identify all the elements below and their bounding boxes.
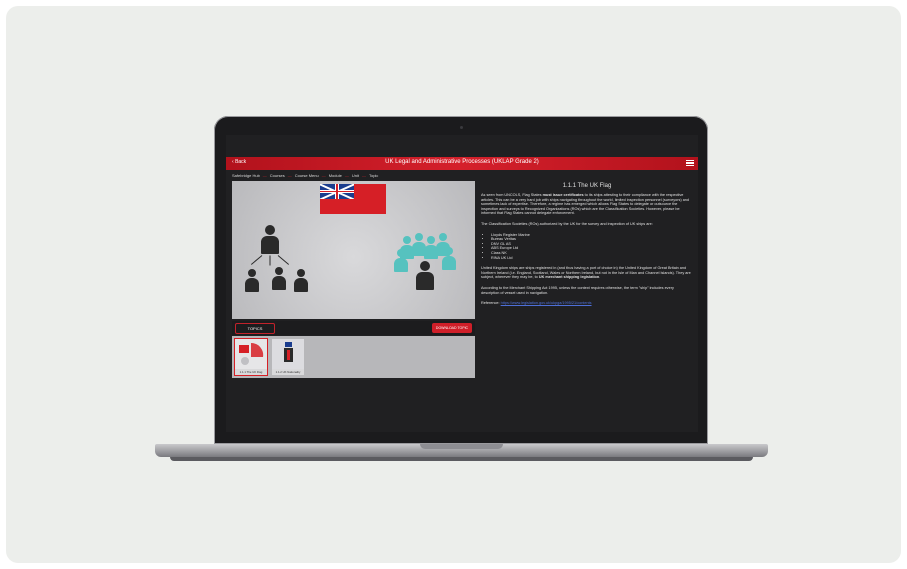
uk-nationality-thumbnail-icon (272, 339, 304, 369)
topics-toolbar: TOPICS DOWNLOAD TOPIC (232, 321, 475, 335)
inspector-person-icon (272, 267, 286, 290)
topic-illustration (232, 181, 475, 319)
reference: Reference: https://www.legislation.gov.u… (481, 301, 693, 306)
breadcrumb-module[interactable]: Module (329, 173, 342, 178)
hamburger-icon[interactable] (686, 159, 694, 167)
breadcrumb-unit[interactable]: Unit (352, 173, 359, 178)
inspector-person-icon (294, 269, 308, 292)
content-paragraph: United Kingdom ships are ships registere… (481, 266, 691, 280)
laptop-base-shadow (170, 457, 753, 461)
inspector-person-icon (245, 269, 259, 292)
classification-societies-list: Lloyds Register Marine Bureau Veritas DN… (481, 233, 693, 261)
content-paragraph: The Classification Societies (ROs) autho… (481, 221, 653, 226)
topic-thumbnail[interactable]: 1.1.2 UK Nationality (272, 339, 304, 375)
app-header: ‹ Back UK Legal and Administrative Proce… (226, 157, 698, 170)
laptop-screen: ‹ Back UK Legal and Administrative Proce… (226, 135, 698, 432)
surveyor-person-icon (442, 247, 456, 270)
topic-thumbnails: 1.1.1 The UK Flag 1.1.2 UK Nationality (232, 336, 475, 378)
download-topic-button[interactable]: DOWNLOAD TOPIC (432, 323, 472, 333)
topic-heading: 1.1.1 The UK Flag (562, 183, 612, 189)
camera-icon (460, 126, 463, 129)
red-ensign-flag-icon (320, 184, 386, 214)
breadcrumb-hub[interactable]: Safebridge Hub (232, 173, 260, 178)
reference-label: Reference: (481, 301, 500, 306)
breadcrumb: Safebridge Hub — Courses — Course Menu — Mo… (232, 173, 379, 178)
topics-button[interactable]: TOPICS (235, 323, 275, 334)
content-paragraph: According to the Merchant Shipping Act 1… (481, 285, 674, 295)
flag-state-person-icon (261, 225, 279, 254)
laptop-notch (420, 444, 503, 449)
thumbnail-label: 1.1.1 The UK Flag (239, 370, 263, 374)
reference-link[interactable]: https://www.legislation.gov.uk/ukpga/199… (501, 301, 592, 305)
page-title: UK Legal and Administrative Processes (U… (385, 159, 539, 165)
breadcrumb-courses[interactable]: Courses (270, 173, 285, 178)
thumbnail-label: 1.1.2 UK Nationality (275, 370, 301, 374)
topic-content: 1.1.1 The UK Flag As seen from UNCOLS, F… (481, 183, 693, 312)
breadcrumb-topic: Topic (368, 173, 379, 178)
content-paragraph: As seen from UNCOLS, Flag States must is… (481, 193, 690, 216)
surveyor-person-icon (394, 249, 408, 272)
topic-thumbnail[interactable]: 1.1.1 The UK Flag (234, 338, 268, 376)
list-item: RINA UK Ltd (491, 256, 693, 261)
classification-society-person-icon (416, 261, 434, 290)
breadcrumb-course-menu[interactable]: Course Menu (295, 173, 319, 178)
uk-flag-thumbnail-icon (235, 339, 267, 369)
